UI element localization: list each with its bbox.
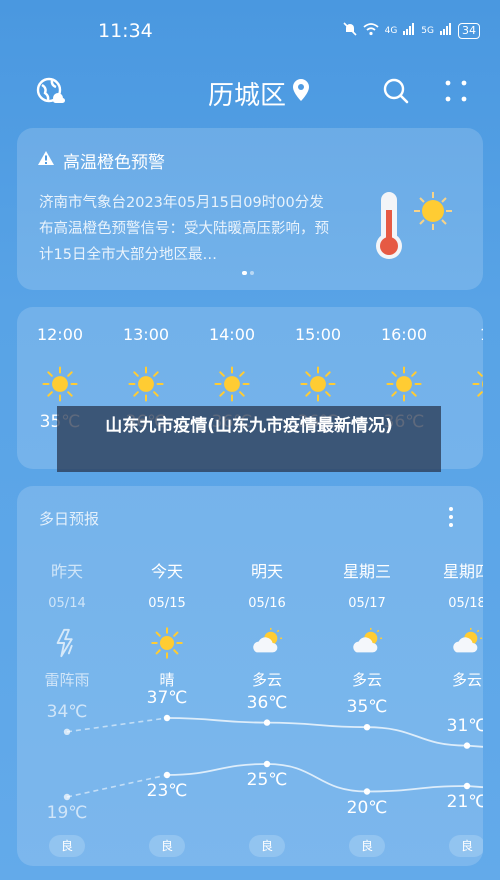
air-quality-badge: 良 (49, 835, 85, 857)
weather-alert-card[interactable]: 高温橙色预警 济南市气象台2023年05月15日09时00分发布高温橙色预警信号… (17, 128, 483, 290)
carousel-dot (250, 271, 254, 275)
partly-cloudy-icon (327, 627, 407, 663)
globe-city-manage-icon[interactable] (36, 76, 66, 106)
alert-body-text: 济南市气象台2023年05月15日09时00分发布高温橙色预警信号：受大陆暖高压… (39, 195, 329, 263)
sun-icon (288, 366, 348, 406)
partly-cloudy-icon (227, 627, 307, 663)
alert-header: 高温橙色预警 (37, 148, 165, 173)
low-temp-line (166, 763, 483, 793)
search-icon[interactable] (381, 76, 411, 106)
mute-icon (343, 22, 357, 40)
carousel-dot (242, 271, 247, 275)
high-temp-point (163, 714, 171, 722)
air-quality-badge: 良 (349, 835, 385, 857)
day-date: 05/16 (248, 596, 286, 611)
carousel-indicator (242, 271, 254, 275)
hour-time: 14:00 (208, 325, 256, 344)
day-date: 05/14 (48, 596, 86, 611)
hour-time: 12:00 (36, 325, 84, 344)
more-options-icon[interactable] (442, 76, 470, 106)
day-condition: 晴 (159, 671, 175, 689)
day-name: 明天 (250, 562, 283, 581)
high-temp-label: 35℃ (346, 697, 388, 718)
low-temp-label: 21℃ (446, 792, 483, 812)
day-date: 05/18 (448, 596, 483, 611)
signal-4g-label: 4G (384, 26, 398, 36)
hour-time: 13:00 (122, 325, 170, 344)
partly-cloudy-icon (427, 627, 483, 663)
sun-icon (374, 366, 434, 406)
location-pin-icon (292, 78, 310, 109)
day-condition: 多云 (351, 671, 382, 689)
day-forecast-item[interactable]: 明天 05/16 多云 (227, 558, 307, 690)
day-condition: 雷阵雨 (44, 671, 90, 689)
high-temp-point (63, 728, 71, 735)
multi-day-forecast-card[interactable]: 多日预报 昨天 05/14 雷阵雨 34℃ 19℃ 良今天 05/15 晴 37℃ 23℃ 良明天… (17, 486, 483, 866)
day-name: 今天 (150, 562, 183, 581)
thunder-icon (27, 627, 107, 663)
city-name: 历城区 (208, 81, 287, 111)
day-forecast-item[interactable]: 今天 05/15 晴 (127, 558, 207, 690)
day-forecast-item[interactable]: 星期四 05/18 多云 (427, 558, 483, 690)
signal-bars-icon-2 (440, 23, 452, 39)
sun-icon (460, 366, 483, 406)
hour-time: 17 (460, 325, 483, 344)
day-date: 05/17 (348, 596, 386, 611)
day-condition: 多云 (251, 671, 282, 689)
hour-time: 16:00 (380, 325, 428, 344)
day-name: 星期三 (342, 562, 391, 581)
sun-icon (127, 627, 207, 663)
low-temp-point (163, 771, 171, 779)
signal-5g-label: 5G (421, 26, 434, 36)
low-temp-point (363, 788, 371, 795)
day-name: 星期四 (442, 562, 483, 581)
high-temp-label: 31℃ (446, 715, 483, 736)
high-temp-label: 34℃ (46, 701, 88, 722)
status-time: 11:34 (98, 20, 153, 42)
hour-temp: 3 (460, 412, 483, 432)
day-condition: 多云 (451, 671, 482, 689)
wifi-icon (363, 22, 379, 40)
low-temp-point (63, 793, 71, 801)
thermometer-sun-icon (355, 186, 465, 266)
high-temp-label: 37℃ (146, 688, 188, 708)
high-temp-point (463, 742, 471, 749)
sun-icon (30, 366, 90, 406)
status-icons: 4G 5G 34 (343, 22, 480, 40)
sun-icon (202, 366, 262, 406)
air-quality-badge: 良 (449, 835, 483, 857)
day-date: 05/15 (148, 596, 186, 611)
high-temp-point (363, 724, 371, 731)
warning-icon (37, 150, 55, 171)
city-selector[interactable]: 历城区 (208, 75, 310, 112)
signal-bars-icon (403, 23, 415, 39)
news-caption-overlay: 山东九市疫情(山东九市疫情最新情况) (57, 406, 441, 472)
battery-icon: 34 (458, 23, 480, 39)
low-temp-point (463, 782, 471, 790)
alert-title: 高温橙色预警 (63, 153, 165, 173)
status-bar: 11:34 4G 5G 34 (0, 0, 500, 60)
air-quality-badge: 良 (249, 835, 285, 857)
air-quality-badge: 良 (149, 835, 185, 857)
high-temp-label: 36℃ (246, 692, 288, 713)
top-bar: 历城区 (0, 70, 500, 115)
hour-time: 15:00 (294, 325, 342, 344)
high-temp-point (263, 719, 271, 726)
low-temp-label: 20℃ (346, 797, 388, 818)
sun-icon (116, 366, 176, 406)
day-forecast-item[interactable]: 昨天 05/14 雷阵雨 (27, 558, 107, 690)
low-temp-label: 19℃ (46, 803, 88, 823)
low-temp-label: 23℃ (146, 781, 188, 801)
hourly-item: 17 3 (460, 325, 483, 432)
day-name: 昨天 (50, 562, 83, 581)
day-forecast-item[interactable]: 星期三 05/17 多云 (327, 558, 407, 690)
low-temp-label: 25℃ (246, 770, 288, 790)
low-temp-point (263, 760, 271, 768)
